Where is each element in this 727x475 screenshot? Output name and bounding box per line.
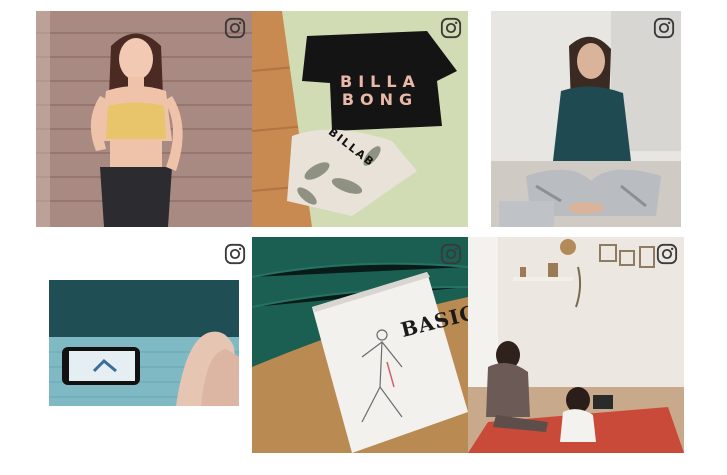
photo-tile-3[interactable] xyxy=(491,11,681,227)
instagram-icon[interactable] xyxy=(440,17,462,39)
instagram-icon[interactable] xyxy=(224,243,246,265)
woman-meditating-photo xyxy=(491,11,681,227)
shirt-print-text: BILLA BONG xyxy=(340,72,421,109)
billabong-flatlay-photo xyxy=(252,11,468,227)
woman-yellow-top-photo xyxy=(36,11,252,227)
mother-daughter-room-photo xyxy=(468,237,684,453)
photo-tile-4[interactable] xyxy=(36,237,252,453)
instagram-icon[interactable] xyxy=(224,17,246,39)
photo-tile-1[interactable] xyxy=(36,11,252,227)
phone-yoga-video-photo xyxy=(36,237,252,453)
photo-grid: BILLA BONG BILLAB BASIC xyxy=(0,0,727,475)
instagram-icon[interactable] xyxy=(440,243,462,265)
photo-tile-2[interactable]: BILLA BONG BILLAB xyxy=(252,11,468,227)
basic-book-photo xyxy=(252,237,468,453)
instagram-icon[interactable] xyxy=(653,17,675,39)
instagram-icon[interactable] xyxy=(656,243,678,265)
photo-tile-5[interactable]: BASIC xyxy=(252,237,468,453)
photo-tile-6[interactable] xyxy=(468,237,684,453)
